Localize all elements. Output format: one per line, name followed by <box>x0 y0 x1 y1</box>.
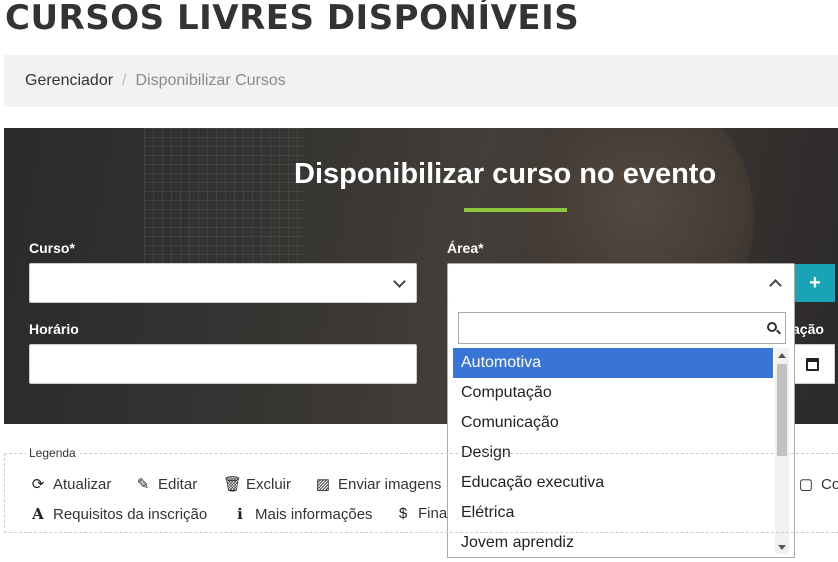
add-area-button[interactable]: + <box>795 264 835 302</box>
curso-label: Curso* <box>29 240 75 256</box>
trash-icon: 🗑 <box>223 476 243 493</box>
breadcrumb-separator: / <box>122 72 127 89</box>
search-icon <box>767 322 777 332</box>
heading-underline <box>464 208 567 212</box>
chevron-up-icon <box>769 279 782 292</box>
horario-input[interactable] <box>29 344 417 384</box>
image-icon: ▨ <box>315 476 331 493</box>
scroll-down-icon[interactable] <box>778 545 786 550</box>
area-select[interactable] <box>447 263 795 303</box>
legend-item-atualizar: ⟳ Atualizar <box>31 475 112 494</box>
info-icon: ℹ <box>237 506 243 523</box>
font-icon: A <box>32 505 44 523</box>
curso-select[interactable] <box>29 263 417 303</box>
legend-title: Legenda <box>25 446 80 460</box>
area-search-input[interactable] <box>458 312 786 344</box>
legend-item-conteudo: ▢ Conte <box>798 475 838 494</box>
chevron-down-icon <box>393 275 406 288</box>
breadcrumb: Gerenciador / Disponibilizar Cursos <box>4 55 838 107</box>
horario-label: Horário <box>29 321 79 337</box>
legend-item-financeiro: $ Fina <box>395 505 447 522</box>
legend-item-mais-informacoes: ℹ Mais informações <box>232 505 372 524</box>
data-label: ação <box>792 321 824 337</box>
page-title: CURSOS LIVRES DISPONÍVEIS <box>5 0 580 38</box>
legend-item-editar: ✎ Editar <box>136 475 198 494</box>
calendar-icon[interactable] <box>806 358 819 371</box>
area-option[interactable]: Computação <box>453 378 773 408</box>
breadcrumb-current: Disponibilizar Cursos <box>135 72 286 89</box>
area-label: Área* <box>447 240 484 256</box>
legend-item-enviar-imagens: ▨ Enviar imagens <box>315 475 442 494</box>
legend-item-requisitos: A Requisitos da inscrição <box>30 505 207 523</box>
area-option[interactable]: Comunicação <box>453 408 773 438</box>
legend-item-excluir: 🗑 Excluir <box>223 475 292 494</box>
scroll-up-icon[interactable] <box>778 353 786 358</box>
form-heading: Disponibilizar curso no evento <box>294 158 717 190</box>
breadcrumb-home-link[interactable]: Gerenciador <box>25 72 113 90</box>
edit-icon: ✎ <box>136 476 150 493</box>
area-option[interactable]: Automotiva <box>453 348 773 378</box>
date-input[interactable] <box>793 344 835 384</box>
dollar-icon: $ <box>398 505 408 522</box>
scroll-thumb[interactable] <box>777 364 787 456</box>
content-icon: ▢ <box>798 476 814 493</box>
refresh-icon: ⟳ <box>31 476 45 493</box>
